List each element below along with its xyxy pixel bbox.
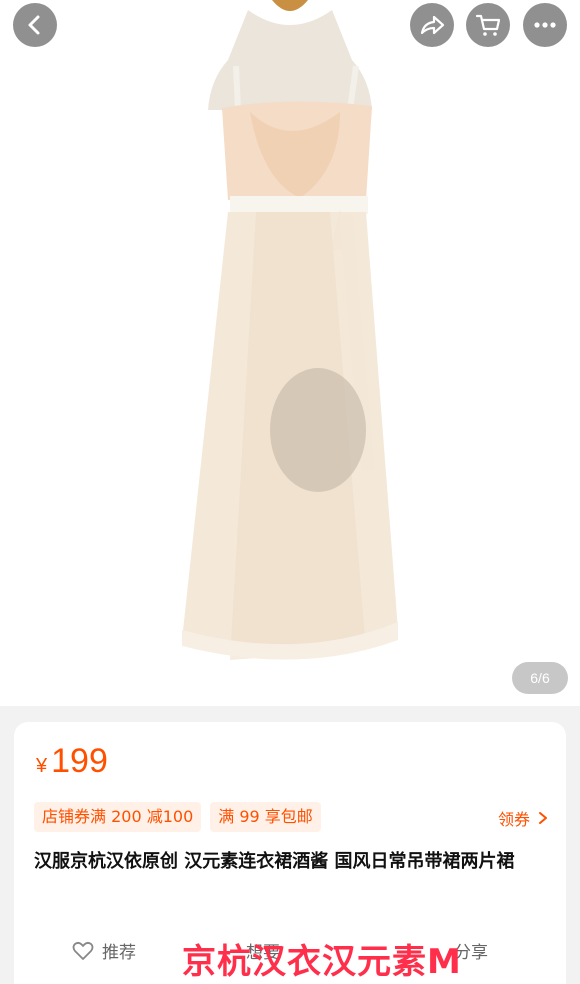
product-image-gallery[interactable]: 6/6 bbox=[0, 0, 580, 706]
promo-tag-store-coupon[interactable]: 店铺券满 200 减100 bbox=[34, 802, 202, 832]
currency-symbol: ¥ bbox=[36, 755, 48, 777]
price: ¥ 199 bbox=[36, 742, 108, 781]
product-detail-page: 6/6 ¥ 199 店铺券满 200 减100 满 99 享包邮 领券 汉服京杭… bbox=[0, 0, 580, 984]
product-photo bbox=[182, 0, 398, 660]
more-dots-icon bbox=[534, 22, 556, 28]
back-button[interactable] bbox=[13, 3, 57, 47]
recommend-button[interactable]: 推荐 bbox=[72, 938, 136, 963]
image-counter: 6/6 bbox=[512, 662, 568, 694]
shopping-cart-icon bbox=[475, 14, 501, 36]
promo-tag-free-shipping[interactable]: 满 99 享包邮 bbox=[210, 802, 321, 832]
product-info-card: ¥ 199 店铺券满 200 减100 满 99 享包邮 领券 汉服京杭汉依原创… bbox=[14, 722, 566, 984]
dress-strap-left bbox=[233, 65, 241, 111]
price-value: 199 bbox=[51, 742, 108, 780]
dress-sash bbox=[230, 196, 368, 214]
get-coupon-link[interactable]: 领券 bbox=[498, 806, 548, 830]
mannequin-leg-shadow bbox=[270, 368, 366, 492]
recommend-label: 推荐 bbox=[102, 943, 136, 963]
share-button[interactable] bbox=[410, 3, 454, 47]
more-button[interactable] bbox=[523, 3, 567, 47]
mannequin-top bbox=[272, 0, 308, 11]
share-arrow-icon bbox=[420, 15, 445, 35]
watermark-text: 京杭汉衣汉元素M bbox=[182, 942, 462, 982]
mannequin-torso bbox=[208, 10, 372, 110]
promo-tags: 店铺券满 200 减100 满 99 享包邮 bbox=[34, 802, 321, 832]
heart-icon bbox=[72, 941, 94, 960]
chevron-left-icon bbox=[28, 15, 40, 35]
cart-button[interactable] bbox=[466, 3, 510, 47]
chevron-right-icon bbox=[539, 812, 547, 824]
coupon-label: 领券 bbox=[497, 810, 530, 829]
product-title: 汉服京杭汉依原创 汉元素连衣裙酒酱 国风日常吊带裙两片裙 bbox=[34, 851, 515, 872]
